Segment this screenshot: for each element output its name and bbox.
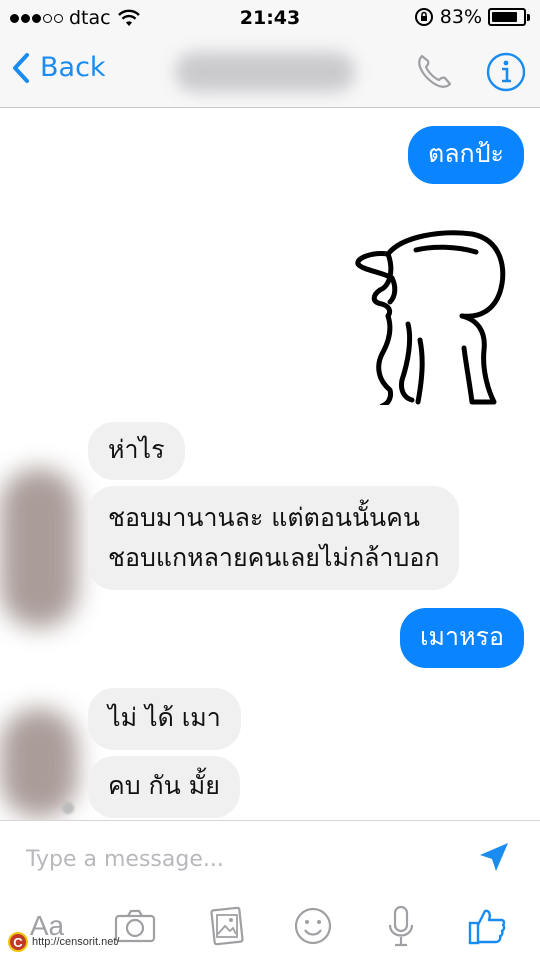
- thumbs-up-icon: [468, 909, 506, 945]
- message-bubble-outgoing[interactable]: เมาหรอ: [400, 608, 524, 668]
- info-icon[interactable]: [484, 50, 528, 94]
- like-button[interactable]: [462, 901, 512, 951]
- battery-percent: 83%: [439, 6, 482, 28]
- watermark-url: http://censorit.net/: [32, 936, 120, 948]
- avatar[interactable]: [0, 468, 78, 628]
- phone-icon[interactable]: [412, 50, 456, 94]
- message-input[interactable]: [26, 839, 446, 879]
- message-bubble-incoming[interactable]: คบ กัน มั้ย: [88, 756, 240, 818]
- contact-name-blurred: [175, 52, 355, 92]
- message-line: ชอบแกหลายคนเลยไม่กล้าบอก: [108, 543, 440, 572]
- back-button[interactable]: Back: [12, 52, 106, 83]
- message-bubble-incoming-multiline[interactable]: ชอบมานานละ แต่ตอนนั้นคน ชอบแกหลายคนเลยไม…: [88, 486, 460, 590]
- back-label: Back: [40, 52, 106, 83]
- message-bubble-outgoing[interactable]: ตลกป้ะ: [408, 126, 524, 184]
- microphone-icon: [388, 905, 414, 947]
- message-line: ชอบมานานละ แต่ตอนนั้นคน: [108, 503, 420, 532]
- cartoon-character-sticker[interactable]: [352, 230, 512, 405]
- status-bar: dtac 21:43 83%: [0, 0, 540, 36]
- emoji-icon: [294, 907, 332, 945]
- conversation: ตลกป้ะ ห่าไร ชอบมานานละ แต่ตอนนั้นคน ชอบ…: [0, 108, 540, 820]
- rotation-lock-icon: [414, 8, 433, 26]
- status-right: 83%: [414, 6, 530, 28]
- camera-icon: [114, 909, 156, 943]
- seen-indicator: [62, 802, 74, 814]
- emoji-button[interactable]: [288, 901, 338, 951]
- send-arrow-icon[interactable]: [474, 837, 514, 877]
- photo-gallery-icon: [210, 906, 244, 946]
- message-bubble-incoming[interactable]: ห่าไร: [88, 422, 185, 480]
- gallery-button[interactable]: [202, 901, 252, 951]
- voice-button[interactable]: [376, 901, 426, 951]
- watermark: C http://censorit.net/: [8, 932, 119, 952]
- message-bubble-incoming[interactable]: ไม่ ได้ เมา: [88, 688, 241, 750]
- battery-icon: [488, 8, 526, 26]
- navigation-bar: Back: [0, 36, 540, 108]
- censorit-logo: C: [8, 932, 28, 952]
- chevron-left-icon: [13, 52, 29, 83]
